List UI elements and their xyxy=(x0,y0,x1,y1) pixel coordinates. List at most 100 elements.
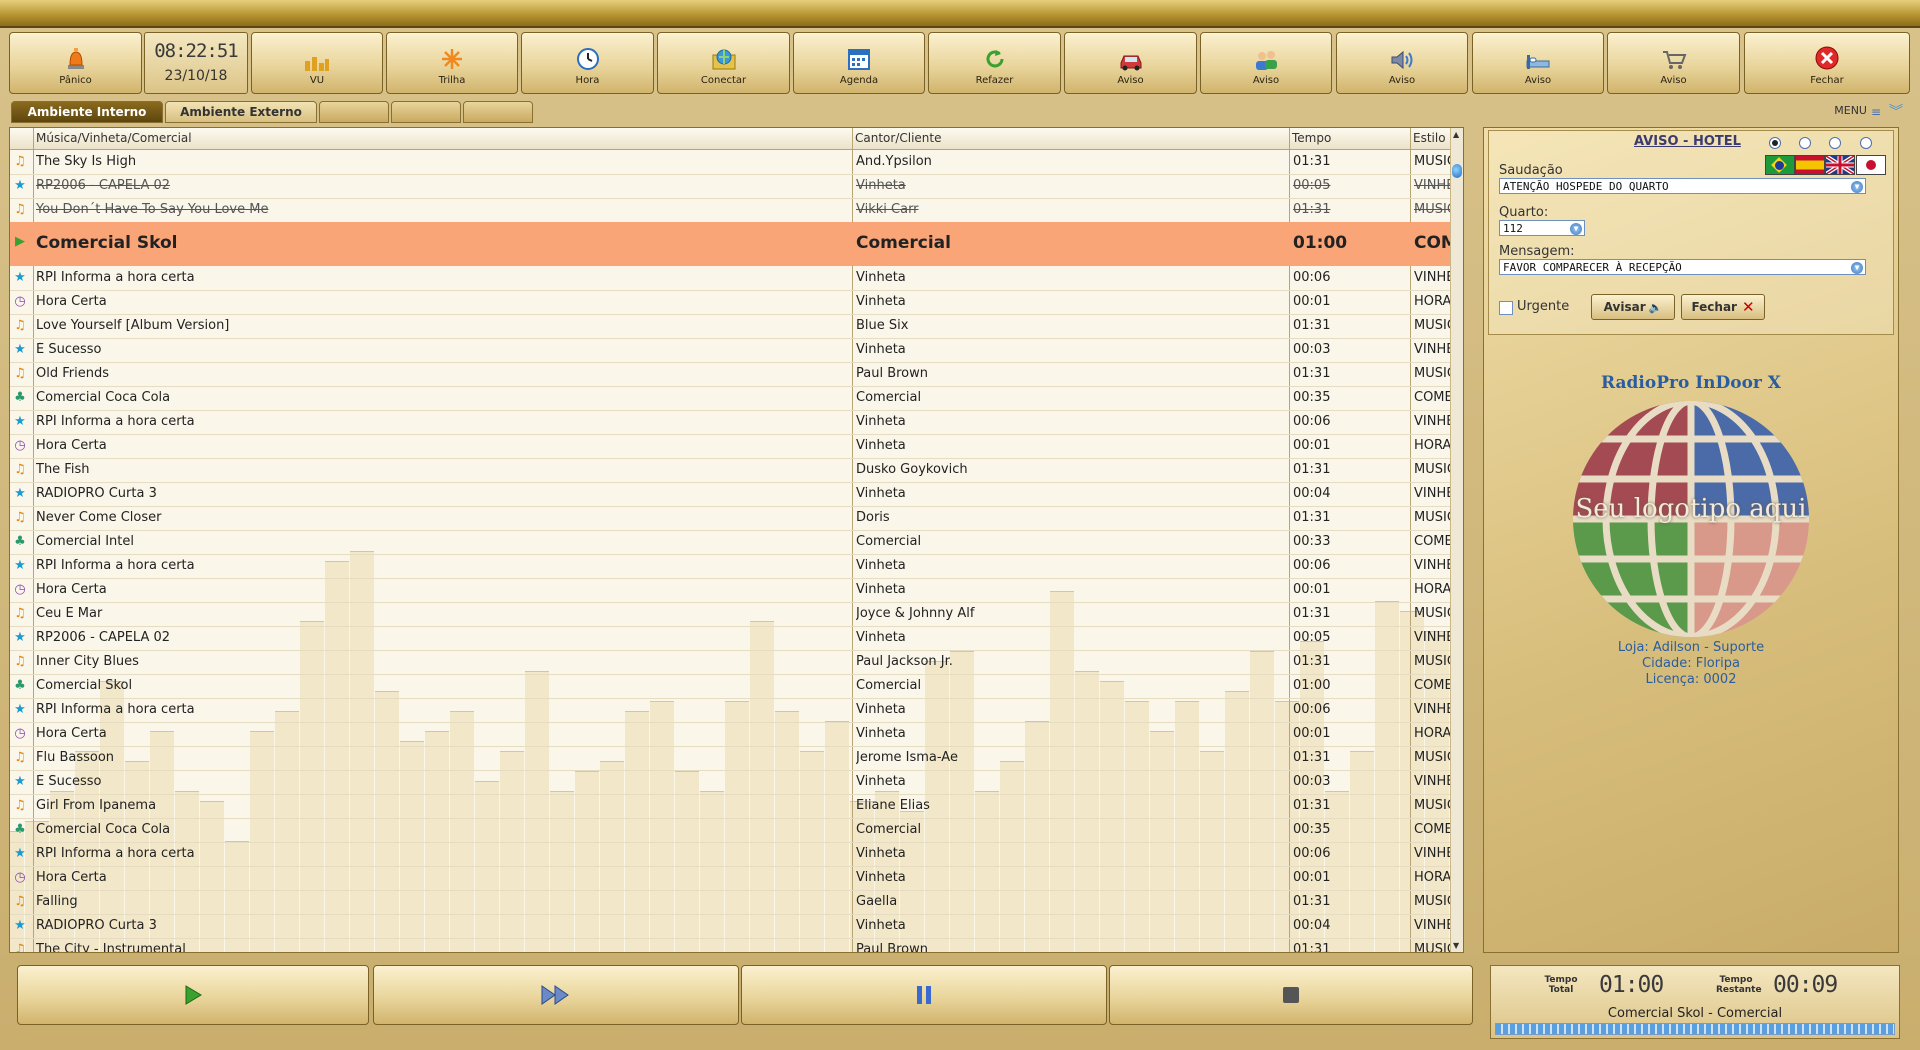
tab-bar: Ambiente Interno Ambiente Externo MENU ≡… xyxy=(9,101,1911,123)
pause-button[interactable] xyxy=(741,965,1107,1025)
tempo-total-label: Tempo Total xyxy=(1544,975,1578,995)
table-row[interactable]: ◷ Hora Certa Vinheta 00:01 HORAS xyxy=(10,290,1454,315)
brazil-flag-icon[interactable] xyxy=(1765,155,1795,175)
scroll-up-icon[interactable]: ▲ xyxy=(1453,130,1459,139)
language-radio-pt[interactable] xyxy=(1769,137,1781,149)
table-row[interactable]: ★ RP2006 - CAPELA 02 Vinheta 00:05 VINHETA xyxy=(10,626,1454,651)
fechar-aviso-button[interactable]: Fechar ✕ xyxy=(1681,294,1765,320)
avisar-button[interactable]: Avisar 🔈 xyxy=(1591,294,1675,320)
table-row[interactable]: ★ É Sucesso Vinheta 00:03 VINHETA xyxy=(10,770,1454,795)
vu-meter-icon xyxy=(305,57,329,71)
table-row[interactable]: ★ RADIOPRO Curta 3 Vinheta 00:04 VINHETA xyxy=(10,914,1454,939)
header-title[interactable]: Música/Vinheta/Comercial xyxy=(36,131,192,145)
japan-flag-icon[interactable] xyxy=(1856,155,1886,175)
table-row[interactable]: ★ RPI Informa a hora certa Vinheta 00:06 VIN… xyxy=(10,698,1454,723)
table-row[interactable]: ★ RPI Informa a hora certa Vinheta 00:06 VIN… xyxy=(10,410,1454,435)
playback-progress-bar[interactable] xyxy=(1495,1023,1895,1035)
play-icon: ▶ xyxy=(15,234,25,249)
table-row[interactable]: ♣ Comercial Skol Comercial 01:00 COMERCIAL xyxy=(10,674,1454,699)
menu-icon[interactable]: ≡ xyxy=(1871,105,1881,119)
aviso-bed-button[interactable]: Aviso xyxy=(1472,32,1604,94)
table-row[interactable]: ♫ The Sky Is High And.Ypsilon 01:31 MUSICA xyxy=(10,150,1454,175)
vu-button[interactable]: VU xyxy=(251,32,383,94)
cell-style: VINHETA xyxy=(1414,342,1454,357)
refazer-button[interactable]: Refazer xyxy=(928,32,1061,94)
table-row[interactable]: ♫ The Fish Dusko Goykovich 01:31 MUSICA xyxy=(10,458,1454,483)
table-row[interactable]: ♫ Inner City Blues Paul Jackson Jr. 01:31 MU… xyxy=(10,650,1454,675)
aviso-cart-button[interactable]: Aviso xyxy=(1607,32,1740,94)
table-row[interactable]: ★ RP2006 - CAPELA 02 Vinheta 00:05 VINHETA xyxy=(10,174,1454,199)
aviso-car-button[interactable]: Aviso xyxy=(1064,32,1197,94)
quarto-select[interactable]: 112 ▼ xyxy=(1499,220,1585,236)
play-button[interactable] xyxy=(17,965,369,1025)
table-row[interactable]: ♫ Ceu E Mar Joyce & Johnny Alf 01:31 MUSICA xyxy=(10,602,1454,627)
header-artist[interactable]: Cantor/Cliente xyxy=(855,131,941,145)
close-icon: ✕ xyxy=(1741,298,1755,316)
language-radio-en[interactable] xyxy=(1829,137,1841,149)
table-row[interactable]: ★ RPI Informa a hora certa Vinheta 00:06 VIN… xyxy=(10,266,1454,291)
table-row[interactable]: ♫ The City - Instrumental Paul Brown 01:31 M… xyxy=(10,938,1454,952)
table-row[interactable]: ♫ Old Friends Paul Brown 01:31 MUSICA xyxy=(10,362,1454,387)
aviso-people-button[interactable]: Aviso xyxy=(1200,32,1332,94)
mensagem-select[interactable]: FAVOR COMPARECER À RECEPÇÃO ▼ xyxy=(1499,259,1866,275)
stop-button[interactable] xyxy=(1109,965,1473,1025)
chevron-down-icon[interactable]: ▼ xyxy=(1851,262,1863,274)
aviso-people-label: Aviso xyxy=(1252,75,1280,86)
table-row[interactable]: ★ RADIOPRO Curta 3 Vinheta 00:04 VINHETA xyxy=(10,482,1454,507)
saudacao-select[interactable]: ATENÇÃO HOSPEDE DO QUARTO ▼ xyxy=(1499,178,1866,194)
header-time[interactable]: Tempo xyxy=(1292,131,1331,145)
scroll-down-icon[interactable]: ▼ xyxy=(1453,941,1459,950)
chevron-down-icon[interactable]: ︾ xyxy=(1889,101,1903,121)
tab-blank-3[interactable] xyxy=(463,101,533,123)
uk-flag-icon[interactable] xyxy=(1825,155,1855,175)
urgente-checkbox[interactable] xyxy=(1499,301,1513,315)
music-note-icon: ♫ xyxy=(14,154,26,169)
menu-link[interactable]: MENU xyxy=(1834,104,1867,117)
cell-title: É Sucesso xyxy=(36,342,102,357)
table-row[interactable]: ♫ Never Come Closer Doris 01:31 MUSICA xyxy=(10,506,1454,531)
table-row[interactable]: ★ RPI Informa a hora certa Vinheta 00:06 VIN… xyxy=(10,554,1454,579)
trilha-button[interactable]: Trilha xyxy=(386,32,518,94)
cell-title: Inner City Blues xyxy=(36,654,139,669)
table-row[interactable]: ♫ You Don´t Have To Say You Love Me Vikki … xyxy=(10,198,1454,223)
main-toolbar: Pânico 08:22:51 23/10/18 VU Trilha Hora … xyxy=(9,32,1911,96)
right-panel: AVISO - HOTEL Saudação ATENÇÃO HOSPEDE D… xyxy=(1483,127,1899,953)
playlist-scrollbar[interactable]: ▲ ▼ xyxy=(1450,128,1463,952)
panic-button[interactable]: Pânico xyxy=(9,32,142,94)
table-row[interactable]: ♣ Comercial Coca Cola Comercial 00:35 COMERC… xyxy=(10,386,1454,411)
table-row[interactable]: ♫ Girl From Ipanema Eliane Elias 01:31 MUSIC… xyxy=(10,794,1454,819)
spain-flag-icon[interactable] xyxy=(1795,155,1825,175)
language-radio-es[interactable] xyxy=(1799,137,1811,149)
scrollbar-thumb[interactable] xyxy=(1452,164,1462,178)
table-row[interactable]: ◷ Hora Certa Vinheta 00:01 HORAS xyxy=(10,722,1454,747)
table-row[interactable]: ♣ Comercial Intel Comercial 00:33 COMERCIAL xyxy=(10,530,1454,555)
cell-style: MUSICA xyxy=(1414,654,1454,669)
table-row[interactable]: ◷ Hora Certa Vinheta 00:01 HORAS xyxy=(10,866,1454,891)
skip-button[interactable] xyxy=(373,965,739,1025)
table-row[interactable]: ♣ Comercial Coca Cola Comercial 00:35 COMERC… xyxy=(10,818,1454,843)
music-note-icon: ♫ xyxy=(14,606,26,621)
table-row[interactable]: ♫ Love Yourself [Album Version] Blue Six 01… xyxy=(10,314,1454,339)
fechar-button[interactable]: Fechar xyxy=(1744,32,1910,94)
table-row[interactable]: ♫ Flu Bassoon Jerome Isma-Ae 01:31 MUSICA xyxy=(10,746,1454,771)
table-row[interactable]: ★ RPI Informa a hora certa Vinheta 00:06 VIN… xyxy=(10,842,1454,867)
cell-artist: Comercial xyxy=(856,678,922,693)
chevron-down-icon[interactable]: ▼ xyxy=(1570,223,1582,235)
table-row[interactable]: ◷ Hora Certa Vinheta 00:01 HORAS xyxy=(10,578,1454,603)
tab-blank-1[interactable] xyxy=(319,101,389,123)
table-row[interactable]: ◷ Hora Certa Vinheta 00:01 HORAS xyxy=(10,434,1454,459)
tab-blank-2[interactable] xyxy=(391,101,461,123)
aviso-speaker-button[interactable]: Aviso xyxy=(1336,32,1468,94)
tab-ambiente-externo[interactable]: Ambiente Externo xyxy=(165,101,317,123)
header-style[interactable]: Estilo xyxy=(1413,131,1446,145)
chevron-down-icon[interactable]: ▼ xyxy=(1851,181,1863,193)
conectar-button[interactable]: Conectar xyxy=(657,32,790,94)
table-row[interactable]: ♫ Falling Gaella 01:31 MUSICA xyxy=(10,890,1454,915)
table-row-current[interactable]: ▶ Comercial Skol Comercial 01:00 COMERCIAL xyxy=(10,222,1454,266)
language-radio-jp[interactable] xyxy=(1860,137,1872,149)
tab-ambiente-interno[interactable]: Ambiente Interno xyxy=(11,101,163,123)
cell-style: VINHETA xyxy=(1414,774,1454,789)
agenda-button[interactable]: Agenda xyxy=(793,32,925,94)
table-row[interactable]: ★ É Sucesso Vinheta 00:03 VINHETA xyxy=(10,338,1454,363)
hora-button[interactable]: Hora xyxy=(521,32,654,94)
